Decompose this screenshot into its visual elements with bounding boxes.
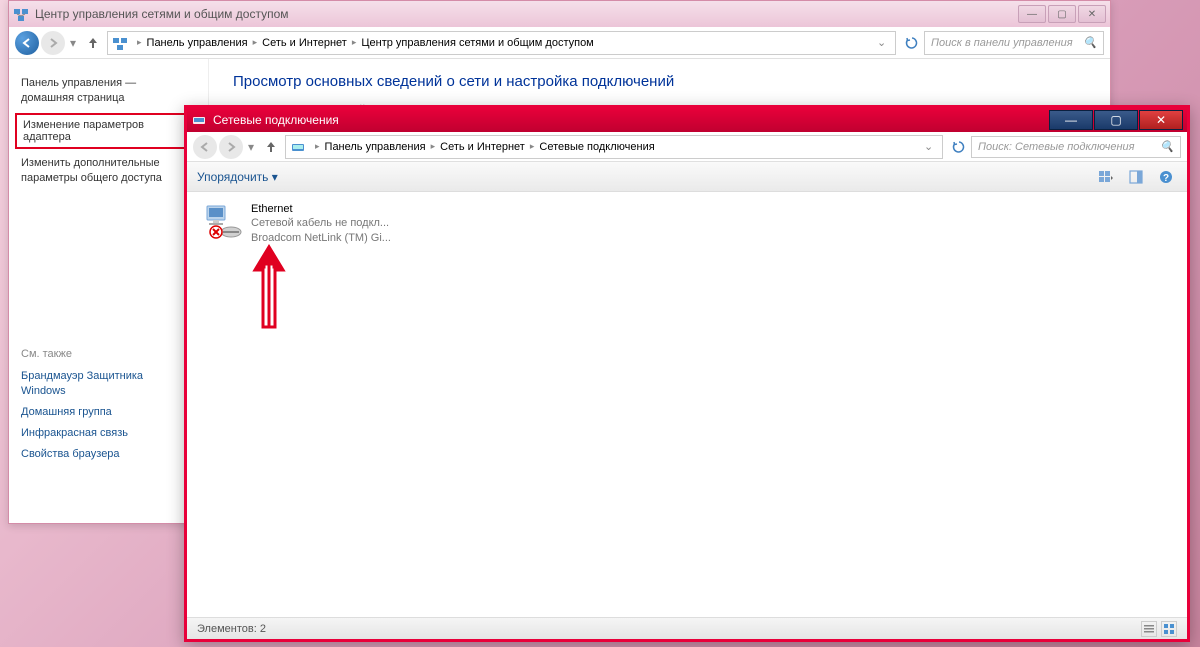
titlebar[interactable]: Центр управления сетями и общим доступом…: [9, 1, 1110, 27]
arrow-up-icon: [86, 36, 100, 50]
titlebar[interactable]: Сетевые подключения — ▢ ✕: [187, 108, 1187, 132]
sidebar-homegroup-link[interactable]: Домашняя группа: [21, 402, 196, 423]
app-icon: [191, 112, 207, 128]
close-button[interactable]: ✕: [1078, 5, 1106, 23]
network-connections-window: Сетевые подключения — ▢ ✕ ▾ ▸ Панель упр…: [184, 105, 1190, 642]
breadcrumb-item[interactable]: Сетевые подключения: [539, 141, 654, 153]
breadcrumb-item[interactable]: Панель управления: [147, 37, 248, 49]
app-icon: [13, 6, 29, 22]
sidebar-browser-link[interactable]: Свойства браузера: [21, 444, 196, 465]
organize-menu[interactable]: Упорядочить ▾: [197, 170, 278, 184]
list-icon: [1143, 623, 1155, 635]
page-title: Просмотр основных сведений о сети и наст…: [233, 73, 1086, 90]
breadcrumb-item[interactable]: Сеть и Интернет: [262, 37, 347, 49]
help-button[interactable]: ?: [1155, 166, 1177, 188]
help-icon: ?: [1159, 170, 1173, 184]
pane-icon: [1129, 170, 1143, 184]
breadcrumb-item[interactable]: Сеть и Интернет: [440, 141, 525, 153]
arrow-right-icon: [47, 37, 59, 49]
search-icon: 🔍: [1160, 140, 1174, 153]
sidebar-home-link[interactable]: Панель управления — домашняя страница: [21, 73, 196, 109]
view-icon: [1098, 170, 1114, 184]
minimize-button[interactable]: —: [1018, 5, 1046, 23]
search-icon: 🔍: [1083, 36, 1097, 49]
forward-button[interactable]: [41, 31, 65, 55]
up-button[interactable]: [261, 137, 281, 157]
breadcrumb[interactable]: ▸ Панель управления ▸ Сеть и Интернет ▸ …: [285, 135, 943, 159]
sidebar-infrared-link[interactable]: Инфракрасная связь: [21, 423, 196, 444]
arrow-left-icon: [21, 37, 33, 49]
annotation-arrow-icon: [249, 242, 289, 332]
breadcrumb-icon: [290, 139, 306, 155]
arrow-right-icon: [225, 141, 237, 153]
back-button[interactable]: [193, 135, 217, 159]
grid-icon: [1163, 623, 1175, 635]
view-options-button[interactable]: [1095, 166, 1117, 188]
see-also-heading: См. также: [21, 348, 196, 360]
breadcrumb-item[interactable]: Центр управления сетями и общим доступом: [361, 37, 593, 49]
view-icons-button[interactable]: [1161, 621, 1177, 637]
status-bar: Элементов: 2: [187, 617, 1187, 639]
toolbar: Упорядочить ▾ ?: [187, 162, 1187, 192]
up-button[interactable]: [83, 33, 103, 53]
search-placeholder: Поиск: Сетевые подключения: [978, 141, 1135, 153]
preview-pane-button[interactable]: [1125, 166, 1147, 188]
refresh-button[interactable]: [900, 31, 924, 55]
minimize-button[interactable]: —: [1049, 110, 1093, 130]
arrow-up-icon: [264, 140, 278, 154]
view-details-button[interactable]: [1141, 621, 1157, 637]
status-text: Элементов: 2: [197, 623, 266, 635]
history-dropdown[interactable]: ▾: [67, 36, 79, 50]
history-dropdown[interactable]: ▾: [245, 140, 257, 154]
refresh-icon: [905, 36, 919, 50]
forward-button[interactable]: [219, 135, 243, 159]
maximize-button[interactable]: ▢: [1094, 110, 1138, 130]
sidebar-adapter-settings-link[interactable]: Изменение параметров адаптера: [15, 113, 202, 149]
close-button[interactable]: ✕: [1139, 110, 1183, 130]
refresh-button[interactable]: [947, 135, 971, 159]
maximize-button[interactable]: ▢: [1048, 5, 1076, 23]
breadcrumb[interactable]: ▸ Панель управления ▸ Сеть и Интернет ▸ …: [107, 31, 896, 55]
arrow-left-icon: [199, 141, 211, 153]
sidebar-advanced-sharing-link[interactable]: Изменить дополнительные параметры общего…: [21, 153, 196, 189]
search-input[interactable]: Поиск в панели управления 🔍: [924, 31, 1104, 55]
breadcrumb-item[interactable]: Панель управления: [325, 141, 426, 153]
search-placeholder: Поиск в панели управления: [931, 37, 1073, 49]
file-list-area[interactable]: Ethernet Сетевой кабель не подкл... Broa…: [187, 192, 1187, 617]
search-input[interactable]: Поиск: Сетевые подключения 🔍: [971, 136, 1181, 158]
adapter-driver: Broadcom NetLink (TM) Gi...: [251, 231, 391, 245]
nav-bar: ▾ ▸ Панель управления ▸ Сеть и Интернет …: [9, 27, 1110, 59]
ethernet-adapter-icon: [203, 202, 243, 242]
window-title: Центр управления сетями и общим доступом: [35, 7, 1018, 21]
sidebar: Панель управления — домашняя страница Из…: [9, 59, 209, 523]
refresh-icon: [952, 140, 966, 154]
network-adapter-item[interactable]: Ethernet Сетевой кабель не подкл... Broa…: [201, 200, 441, 247]
back-button[interactable]: [15, 31, 39, 55]
breadcrumb-icon: [112, 35, 128, 51]
sidebar-firewall-link[interactable]: Брандмауэр Защитника Windows: [21, 366, 196, 402]
adapter-status: Сетевой кабель не подкл...: [251, 216, 391, 230]
nav-bar: ▾ ▸ Панель управления ▸ Сеть и Интернет …: [187, 132, 1187, 162]
adapter-name: Ethernet: [251, 202, 391, 216]
svg-text:?: ?: [1163, 173, 1169, 184]
window-title: Сетевые подключения: [213, 113, 1048, 127]
